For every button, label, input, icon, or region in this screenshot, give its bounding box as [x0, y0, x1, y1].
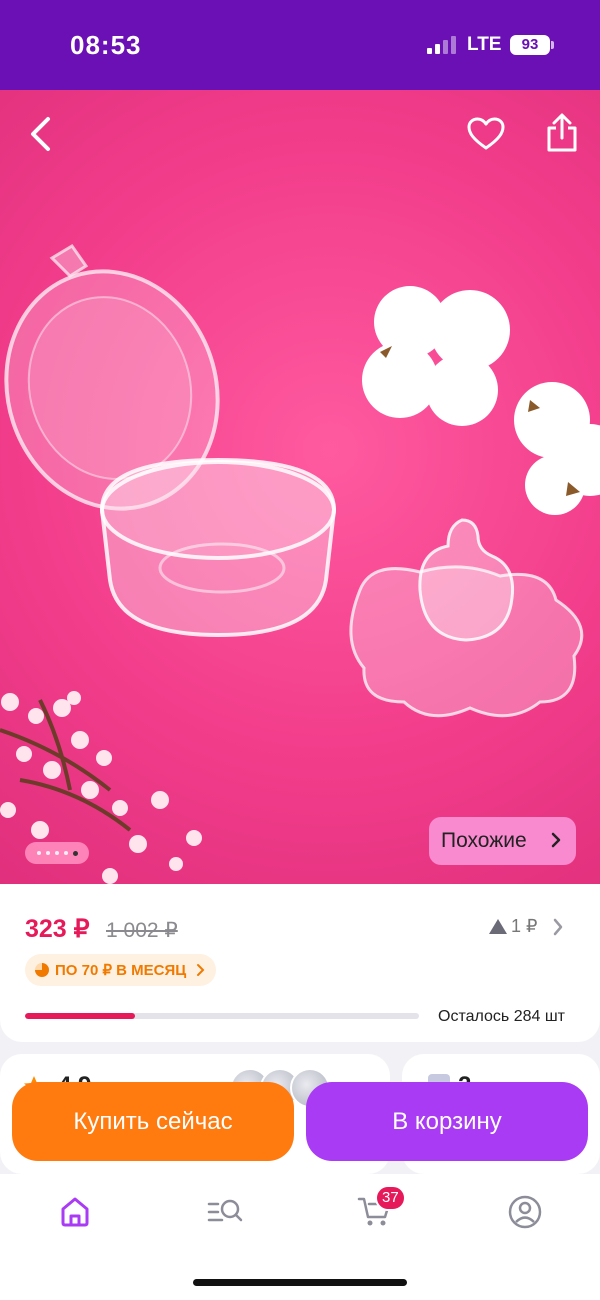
- case-base: [99, 457, 337, 638]
- chevron-right-icon: [551, 832, 561, 848]
- home-icon: [61, 1197, 89, 1227]
- tab-home[interactable]: [55, 1192, 95, 1232]
- home-indicator: [193, 1279, 407, 1286]
- gallery-dot: [45, 851, 50, 855]
- tab-profile[interactable]: [505, 1192, 545, 1232]
- share-button[interactable]: [541, 110, 583, 156]
- catalog-search-icon: [207, 1199, 243, 1222]
- product-image-gallery[interactable]: Похожие: [0, 90, 600, 890]
- similar-products-button[interactable]: Похожие: [429, 817, 576, 865]
- nipple-shield: [349, 518, 584, 718]
- network-type: LTE: [467, 34, 502, 55]
- gallery-dot: [36, 851, 41, 855]
- status-bar: 08:53 LTE 93: [0, 0, 600, 90]
- stock-remaining: Осталось 284 шт: [438, 1008, 565, 1025]
- gallery-dot: [63, 851, 68, 855]
- chevron-right-icon: [197, 964, 205, 976]
- price-rank[interactable]: 1 ₽: [489, 916, 537, 937]
- price-card: 323 ₽ 1 002 ₽ 1 ₽ ПО 70 ₽ В МЕСЯЦ Остало…: [0, 884, 600, 1042]
- stock-progress-bar: [25, 1013, 419, 1019]
- cart-count-badge: 37: [375, 1185, 406, 1211]
- buy-now-button[interactable]: Купить сейчас: [12, 1082, 294, 1161]
- installment-icon: [35, 963, 49, 977]
- tab-catalog[interactable]: [205, 1192, 245, 1232]
- installment-label: ПО 70 ₽ В МЕСЯЦ: [55, 962, 187, 979]
- product-screen: 08:53 LTE 93 Похожие 323 ₽ 1 002 ₽ 1 ₽ П…: [0, 0, 600, 1300]
- battery-icon: 93: [510, 35, 550, 55]
- signal-icon: [427, 36, 457, 54]
- current-price: 323 ₽: [25, 915, 90, 943]
- share-icon: [547, 113, 577, 152]
- gallery-pagination: [25, 842, 89, 864]
- status-time: 08:53: [70, 30, 142, 60]
- rank-label: 1 ₽: [511, 916, 538, 936]
- profile-icon: [508, 1195, 542, 1229]
- cotton-flowers: [362, 286, 600, 515]
- gallery-dot: [54, 851, 59, 855]
- battery-tip: [551, 41, 554, 49]
- heart-icon: [467, 117, 505, 150]
- installment-badge[interactable]: ПО 70 ₽ В МЕСЯЦ: [25, 954, 217, 986]
- chevron-left-icon: [31, 117, 50, 151]
- old-price: 1 002 ₽: [106, 919, 178, 942]
- product-photo: [0, 243, 600, 884]
- gallery-dot-active: [72, 850, 78, 856]
- chevron-right-icon: [553, 918, 563, 936]
- stock-progress-fill: [25, 1013, 136, 1019]
- triangle-up-icon: [489, 919, 507, 934]
- similar-label: Похожие: [441, 829, 527, 852]
- add-to-cart-button[interactable]: В корзину: [306, 1082, 588, 1161]
- favorite-button[interactable]: [464, 112, 508, 156]
- back-button[interactable]: [20, 112, 60, 156]
